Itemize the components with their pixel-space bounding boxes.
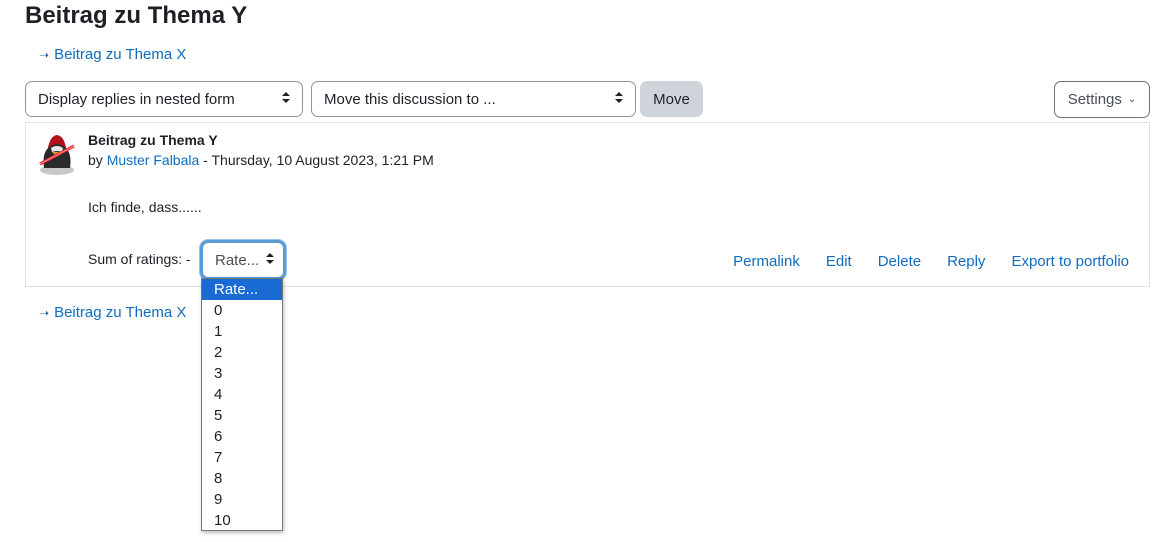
post-subject: Beitrag zu Thema Y — [88, 132, 218, 148]
rating-option[interactable]: 9 — [202, 489, 282, 510]
rate-select-value: Rate... — [215, 251, 260, 269]
arrow-left-icon: ➝ — [39, 47, 50, 62]
export-to-portfolio-link[interactable]: Export to portfolio — [1011, 253, 1129, 270]
settings-button[interactable]: Settings ⌄ — [1054, 81, 1150, 118]
prev-discussion-label: Beitrag zu Thema X — [54, 304, 187, 321]
move-discussion-select[interactable]: Move this discussion to ... — [311, 81, 636, 117]
delete-link[interactable]: Delete — [878, 253, 921, 270]
sum-of-ratings: Sum of ratings: - — [88, 251, 191, 267]
date-separator: - — [199, 152, 212, 168]
prev-discussion-label: Beitrag zu Thema X — [54, 46, 187, 63]
rating-option[interactable]: 6 — [202, 426, 282, 447]
settings-label: Settings — [1067, 91, 1122, 108]
rating-option[interactable]: 2 — [202, 342, 282, 363]
select-caret-icon — [266, 253, 274, 267]
display-mode-select[interactable]: Display replies in nested form — [25, 81, 303, 117]
rating-option[interactable]: 5 — [202, 405, 282, 426]
post-date: Thursday, 10 August 2023, 1:21 PM — [211, 152, 434, 168]
display-mode-value: Display replies in nested form — [38, 90, 235, 108]
edit-link[interactable]: Edit — [826, 253, 852, 270]
avatar-image — [39, 135, 75, 175]
reply-link[interactable]: Reply — [947, 253, 985, 270]
move-discussion-value: Move this discussion to ... — [324, 90, 496, 108]
rating-option[interactable]: 7 — [202, 447, 282, 468]
arrow-left-icon: ➝ — [39, 305, 50, 320]
rating-option[interactable]: Rate... — [202, 279, 282, 300]
rating-option[interactable]: 4 — [202, 384, 282, 405]
prev-discussion-link-bottom[interactable]: ➝ Beitrag zu Thema X — [39, 304, 186, 321]
select-caret-icon — [615, 92, 623, 106]
prev-discussion-link-top[interactable]: ➝ Beitrag zu Thema X — [39, 46, 186, 63]
rating-option[interactable]: 0 — [202, 300, 282, 321]
move-button[interactable]: Move — [640, 81, 703, 117]
by-prefix: by — [88, 152, 103, 168]
rating-option[interactable]: 3 — [202, 363, 282, 384]
author-link[interactable]: Muster Falbala — [107, 152, 200, 168]
post-body: Ich finde, dass...... — [88, 199, 202, 215]
rating-option[interactable]: 10 — [202, 510, 282, 531]
chevron-down-icon: ⌄ — [1127, 94, 1137, 105]
forum-post: Beitrag zu Thema Y by Muster Falbala - T… — [25, 122, 1150, 287]
rate-select[interactable]: Rate... — [200, 240, 286, 280]
page-title: Beitrag zu Thema Y — [25, 2, 248, 29]
post-byline: by Muster Falbala - Thursday, 10 August … — [88, 152, 434, 168]
post-actions: Permalink Edit Delete Reply Export to po… — [733, 253, 1129, 270]
avatar[interactable] — [36, 130, 78, 176]
rating-option[interactable]: 8 — [202, 468, 282, 489]
select-caret-icon — [282, 92, 290, 106]
permalink-link[interactable]: Permalink — [733, 253, 800, 270]
rating-dropdown-list[interactable]: Rate... 0 1 2 3 4 5 6 7 8 9 10 — [201, 278, 283, 531]
rating-option[interactable]: 1 — [202, 321, 282, 342]
